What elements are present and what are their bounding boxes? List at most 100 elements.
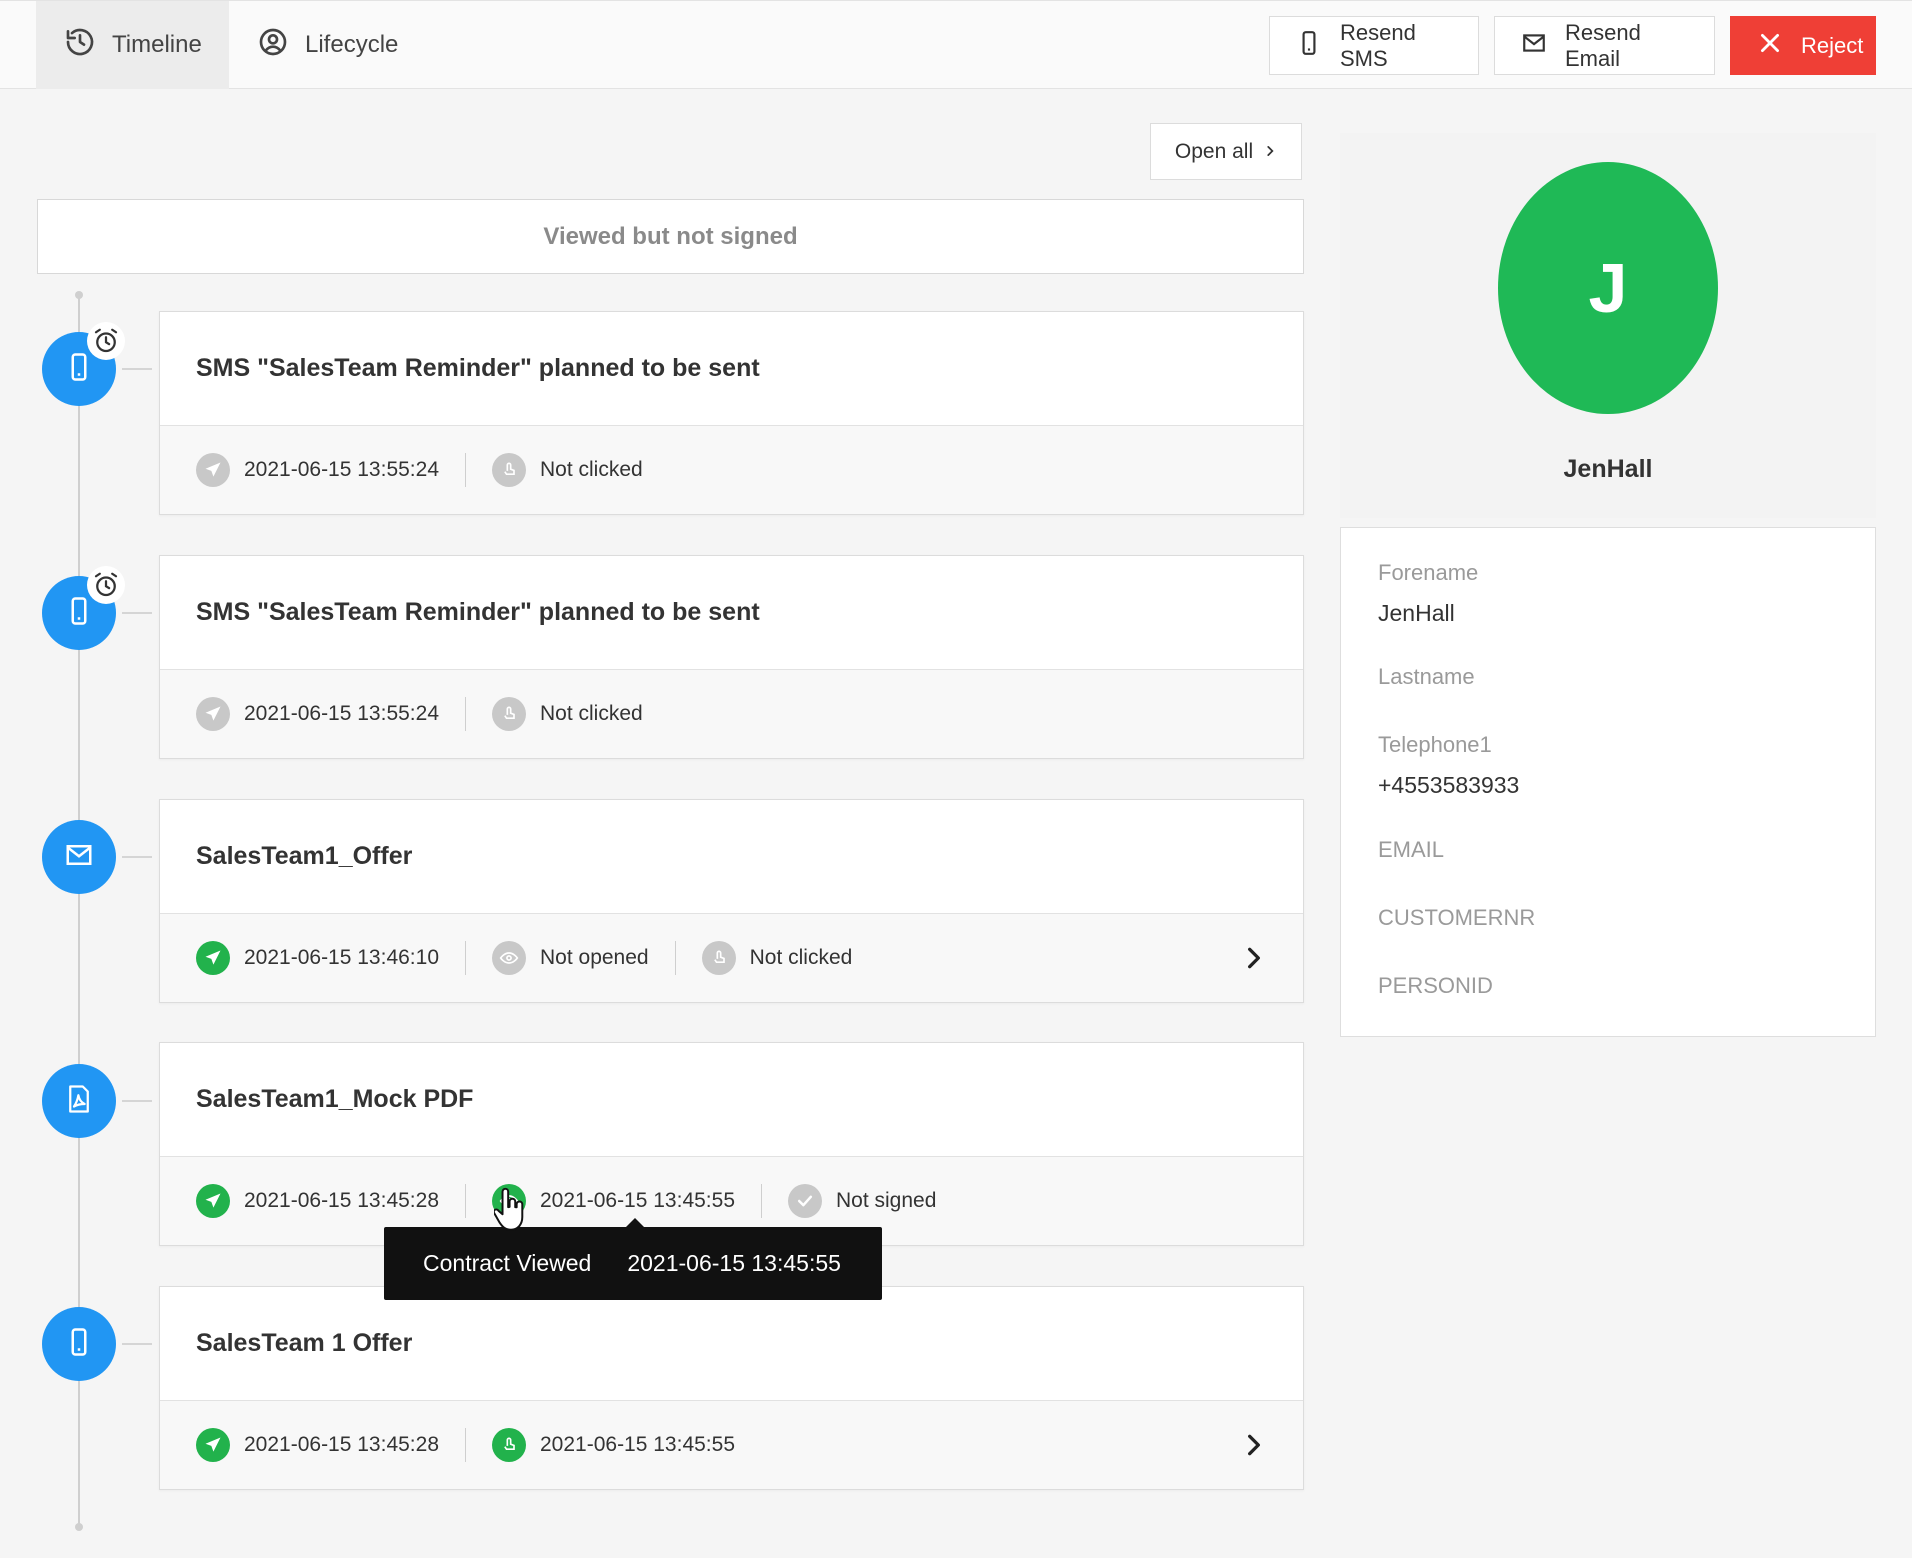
meta-opened: Not opened xyxy=(492,941,649,975)
phone-icon xyxy=(64,352,94,387)
tab-label: Timeline xyxy=(112,31,202,58)
chevron-right-icon xyxy=(1263,140,1277,164)
reject-button[interactable]: Reject xyxy=(1730,16,1876,75)
tab-lifecycle[interactable]: Lifecycle xyxy=(229,1,426,89)
tooltip-value: 2021-06-15 13:45:55 xyxy=(627,1250,841,1276)
divider xyxy=(465,453,466,487)
meta-viewed[interactable]: 2021-06-15 13:45:55 xyxy=(492,1184,735,1218)
field-label-personid: PERSONID xyxy=(1378,973,1493,998)
card-meta: 2021-06-15 13:46:10 Not opened Not click… xyxy=(160,914,1303,1002)
timeline-connector xyxy=(122,856,152,858)
divider xyxy=(465,941,466,975)
meta-sent: 2021-06-15 13:55:24 xyxy=(196,453,439,487)
meta-text: Not clicked xyxy=(540,458,643,481)
meta-text: 2021-06-15 13:45:28 xyxy=(244,1189,439,1212)
meta-sent: 2021-06-15 13:46:10 xyxy=(196,941,439,975)
field-label-telephone: Telephone1 xyxy=(1378,732,1492,757)
timeline-card[interactable]: SMS "SalesTeam Reminder" planned to be s… xyxy=(159,555,1304,759)
send-icon xyxy=(196,1184,230,1218)
card-title: SMS "SalesTeam Reminder" planned to be s… xyxy=(160,556,1303,670)
phone-icon xyxy=(64,1327,94,1362)
check-icon xyxy=(788,1184,822,1218)
close-icon xyxy=(1757,30,1783,62)
meta-text: Not clicked xyxy=(540,702,643,725)
click-icon xyxy=(492,697,526,731)
meta-sent: 2021-06-15 13:45:28 xyxy=(196,1428,439,1462)
timeline-node-pdf xyxy=(42,1064,116,1138)
open-all-label: Open all xyxy=(1174,139,1254,163)
status-banner: Viewed but not signed xyxy=(37,199,1304,274)
tooltip-label: Contract Viewed xyxy=(423,1250,592,1276)
meta-text: 2021-06-15 13:45:55 xyxy=(540,1189,735,1212)
profile-name: JenHall xyxy=(1563,455,1653,483)
eye-icon xyxy=(492,941,526,975)
tab-label: Lifecycle xyxy=(305,31,399,58)
meta-text: 2021-06-15 13:45:28 xyxy=(244,1433,439,1456)
timeline-card[interactable]: SalesTeam 1 Offer 2021-06-15 13:45:28 20… xyxy=(159,1286,1304,1490)
timeline-connector xyxy=(122,612,152,614)
field-label-forename: Forename xyxy=(1378,560,1479,585)
field-label-customernr: CUSTOMERNR xyxy=(1378,905,1536,930)
resend-sms-button[interactable]: Resend SMS xyxy=(1269,16,1479,75)
card-meta: 2021-06-15 13:55:24 Not clicked xyxy=(160,426,1303,514)
divider xyxy=(465,1428,466,1462)
meta-text: Not clicked xyxy=(749,946,853,969)
timeline-end-dot xyxy=(75,1523,83,1531)
click-icon xyxy=(701,941,736,975)
meta-text: 2021-06-15 13:55:24 xyxy=(244,458,439,481)
timeline-card[interactable]: SalesTeam1_Offer 2021-06-15 13:46:10 Not… xyxy=(159,799,1304,1003)
send-icon xyxy=(196,453,230,487)
meta-clicked: Not clicked xyxy=(492,453,643,487)
card-meta: 2021-06-15 13:55:24 Not clicked xyxy=(160,670,1303,758)
card-meta: 2021-06-15 13:45:28 2021-06-15 13:45:55 xyxy=(160,1401,1303,1489)
meta-sent: 2021-06-15 13:45:28 xyxy=(196,1184,439,1218)
send-icon xyxy=(196,697,230,731)
divider xyxy=(465,697,466,731)
timeline-node-email xyxy=(42,820,116,894)
card-title: SalesTeam1_Offer xyxy=(160,800,1303,914)
meta-text: 2021-06-15 13:55:24 xyxy=(244,702,439,725)
field-label-email: EMAIL xyxy=(1378,837,1445,862)
divider xyxy=(465,1184,466,1218)
meta-text: 2021-06-15 13:45:55 xyxy=(540,1433,735,1456)
send-icon xyxy=(196,1428,230,1462)
timeline-card[interactable]: SalesTeam1_Mock PDF 2021-06-15 13:45:28 … xyxy=(159,1042,1304,1246)
card-title: SalesTeam1_Mock PDF xyxy=(160,1043,1303,1157)
alarm-clock-icon xyxy=(87,566,125,604)
card-title: SMS "SalesTeam Reminder" planned to be s… xyxy=(160,312,1303,426)
chevron-right-icon[interactable] xyxy=(1241,1432,1267,1458)
resend-email-button[interactable]: Resend Email xyxy=(1494,16,1715,75)
mail-icon xyxy=(1521,30,1547,62)
meta-signed: Not signed xyxy=(788,1184,936,1218)
field-value-telephone: +4553583933 xyxy=(1378,772,1520,798)
top-bar: Timeline Lifecycle Resend SMS Resend Ema… xyxy=(0,0,1912,89)
user-circle-icon xyxy=(257,26,289,65)
avatar-initial: J xyxy=(1588,249,1628,327)
timeline-node-sms xyxy=(42,1307,116,1381)
meta-text: 2021-06-15 13:46:10 xyxy=(244,946,439,969)
phone-icon xyxy=(1296,30,1322,62)
timeline-connector xyxy=(122,1100,152,1102)
chevron-right-icon[interactable] xyxy=(1241,945,1267,971)
timeline-connector xyxy=(122,1343,152,1345)
meta-clicked: 2021-06-15 13:45:55 xyxy=(492,1428,735,1462)
phone-icon xyxy=(64,596,94,631)
timeline-start-dot xyxy=(75,291,83,299)
meta-sent: 2021-06-15 13:55:24 xyxy=(196,697,439,731)
hand-cursor-icon xyxy=(494,1187,524,1231)
alarm-clock-icon xyxy=(87,322,125,360)
tooltip: Contract Viewed 2021-06-15 13:45:55 xyxy=(384,1227,882,1300)
click-icon xyxy=(492,453,526,487)
mail-icon xyxy=(64,840,94,875)
divider xyxy=(761,1184,762,1218)
meta-text: Not opened xyxy=(540,946,649,969)
resend-email-label: Resend Email xyxy=(1565,19,1641,71)
card-title: SalesTeam 1 Offer xyxy=(160,1287,1303,1401)
field-label-lastname: Lastname xyxy=(1378,664,1475,689)
history-icon xyxy=(64,26,96,65)
open-all-button[interactable]: Open all xyxy=(1150,123,1302,180)
timeline-card[interactable]: SMS "SalesTeam Reminder" planned to be s… xyxy=(159,311,1304,515)
pdf-icon xyxy=(64,1084,94,1119)
tab-timeline[interactable]: Timeline xyxy=(36,1,229,89)
click-icon xyxy=(492,1428,526,1462)
